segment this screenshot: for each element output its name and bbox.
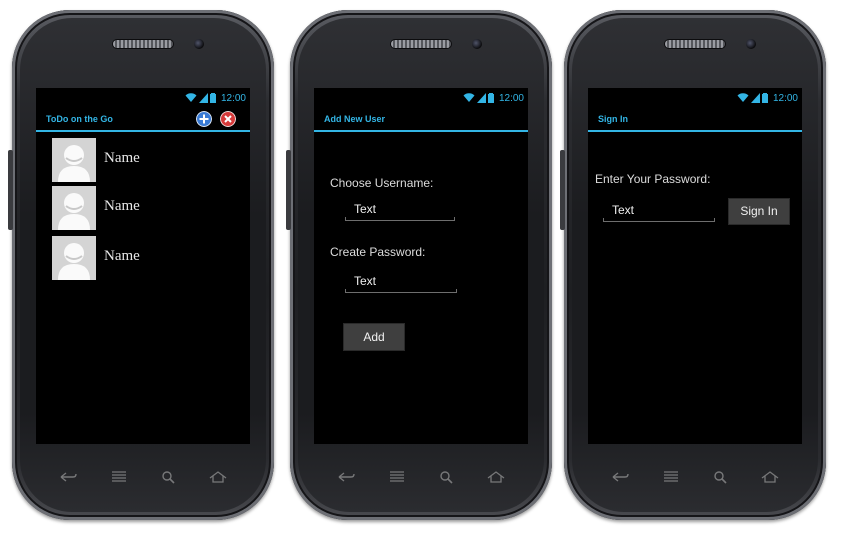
side-button [560,150,565,230]
screen-todo: 12:00 ToDo on the Go Name Name Name [36,88,250,444]
side-button [286,150,291,230]
back-icon[interactable] [337,471,355,483]
password-value: Text [612,203,635,217]
action-bar: Add New User [314,108,528,132]
wifi-icon [463,93,475,102]
wifi-icon [185,93,197,102]
soft-keys [42,464,244,490]
add-button[interactable]: Add [343,323,405,351]
close-icon[interactable] [220,111,236,127]
page-title: Add New User [324,114,386,124]
signal-icon [476,93,486,103]
phone-sign-in: 12:00 Sign In Enter Your Password: Text … [560,10,826,520]
avatar [52,236,96,280]
signal-icon [198,93,208,103]
battery-icon [761,93,768,103]
search-icon[interactable] [713,470,727,484]
battery-icon [487,93,494,103]
phone-add-user: 12:00 Add New User Choose Username: Text… [286,10,552,520]
front-camera [746,39,756,49]
action-bar: Sign In [588,108,802,132]
add-icon[interactable] [196,111,212,127]
status-time: 12:00 [772,92,798,104]
avatar [52,138,96,182]
front-camera [472,39,482,49]
user-list-item[interactable]: Name [52,138,242,182]
avatar [52,186,96,230]
page-title: Sign In [598,114,628,124]
signal-icon [750,93,760,103]
user-name: Name [104,198,140,214]
earpiece-speaker [391,40,451,48]
back-icon[interactable] [611,471,629,483]
wifi-icon [737,93,749,102]
user-name: Name [104,150,140,166]
password-value: Text [354,274,377,288]
home-icon[interactable] [487,471,505,483]
menu-icon[interactable] [111,471,127,483]
screen-sign-in: 12:00 Sign In Enter Your Password: Text … [588,88,802,444]
page-title: ToDo on the Go [46,114,113,124]
back-icon[interactable] [59,471,77,483]
search-icon[interactable] [161,470,175,484]
status-time: 12:00 [220,92,246,104]
side-button [8,150,13,230]
status-bar: 12:00 [588,88,802,108]
username-value: Text [354,202,377,216]
status-time: 12:00 [498,92,524,104]
front-camera [194,39,204,49]
password-field[interactable]: Text [345,270,457,293]
user-list-item[interactable]: Name [52,186,242,230]
menu-icon[interactable] [663,471,679,483]
password-label: Enter Your Password: [595,172,711,186]
home-icon[interactable] [761,471,779,483]
user-list-item[interactable]: Name [52,236,242,280]
menu-icon[interactable] [389,471,405,483]
password-label: Create Password: [330,245,426,259]
username-field[interactable]: Text [345,198,455,221]
status-bar: 12:00 [36,88,250,108]
earpiece-speaker [113,40,173,48]
user-name: Name [104,248,140,264]
soft-keys [320,464,522,490]
sign-in-button[interactable]: Sign In [728,198,790,225]
password-field[interactable]: Text [603,199,715,222]
search-icon[interactable] [439,470,453,484]
soft-keys [594,464,796,490]
earpiece-speaker [665,40,725,48]
battery-icon [209,93,216,103]
phone-todo: 12:00 ToDo on the Go Name Name Name [8,10,274,520]
username-label: Choose Username: [330,176,434,190]
status-bar: 12:00 [314,88,528,108]
action-bar: ToDo on the Go [36,108,250,132]
home-icon[interactable] [209,471,227,483]
screen-add-user: 12:00 Add New User Choose Username: Text… [314,88,528,444]
